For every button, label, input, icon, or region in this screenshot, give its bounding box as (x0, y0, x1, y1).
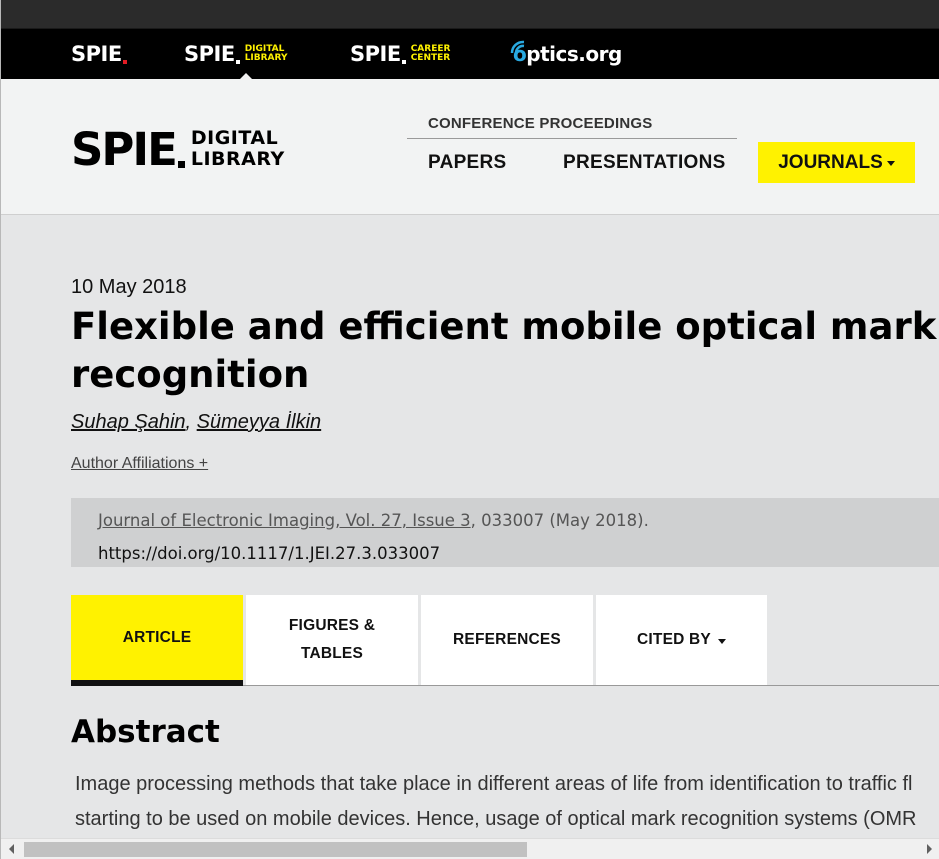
optics-wordmark: optics.org (513, 42, 622, 66)
career-center-sublabel: CAREER CENTER (411, 45, 451, 63)
author-separator: , (185, 411, 197, 433)
logo-dot (177, 161, 185, 168)
tab-cited-by-label: CITED BY (637, 631, 711, 648)
tab-figures-tables[interactable]: FIGURES & TABLES (246, 595, 418, 685)
horizontal-scrollbar[interactable] (1, 838, 939, 859)
logo-sublabel: DIGITAL LIBRARY (191, 128, 285, 170)
logo-sub-line-1: DIGITAL (190, 127, 279, 149)
caret-down-icon (717, 638, 726, 644)
tab-figures-line-1: FIGURES & (288, 617, 376, 634)
citation-details: , 033007 (May 2018). (470, 511, 649, 530)
author-list: Suhap Şahin, Sümeyya İlkin (71, 411, 321, 434)
spie-home-link[interactable]: SPIE (71, 29, 127, 79)
article-title: Flexible and efficient mobile optical ma… (71, 303, 939, 399)
optics-org-link[interactable]: optics.org (510, 29, 622, 79)
digital-library-logo[interactable]: SPIE DIGITAL LIBRARY (71, 123, 285, 176)
author-link[interactable]: Sümeyya İlkin (197, 411, 322, 433)
nav-journals-dropdown[interactable]: JOURNALS (758, 142, 915, 183)
logo-spie: SPIE (71, 123, 178, 176)
citation-box: Journal of Electronic Imaging, Vol. 27, … (71, 498, 939, 567)
scroll-left-button[interactable] (3, 839, 20, 859)
article-content: 10 May 2018 Flexible and efficient mobil… (1, 215, 939, 859)
caret-down-icon (886, 161, 895, 166)
publication-date: 10 May 2018 (71, 276, 187, 298)
journal-issue-link[interactable]: Journal of Electronic Imaging, Vol. 27, … (98, 511, 471, 530)
spie-wordmark: SPIE (184, 42, 235, 66)
title-line-2: recognition (71, 353, 310, 396)
arrow-right-icon (927, 844, 932, 854)
scroll-right-button[interactable] (921, 839, 938, 859)
article-tabs: ARTICLE FIGURES & TABLES REFERENCES CITED… (71, 595, 939, 686)
scrollbar-thumb[interactable] (24, 842, 527, 857)
nav-presentations[interactable]: PRESENTATIONS (563, 152, 726, 174)
author-link[interactable]: Suhap Şahin (71, 411, 186, 433)
citation-line: Journal of Electronic Imaging, Vol. 27, … (98, 504, 939, 537)
nav-journals-label: JOURNALS (778, 151, 883, 173)
spie-dot (235, 60, 240, 64)
spie-dot (401, 60, 406, 64)
spie-wordmark: SPIE (350, 42, 401, 66)
nav-conference-proceedings[interactable]: CONFERENCE PROCEEDINGS (407, 115, 737, 139)
tab-figures-line-2: TABLES (300, 645, 364, 662)
abstract-line-1: Image processing methods that take place… (75, 773, 913, 795)
spie-digital-library-link[interactable]: SPIE DIGITAL LIBRARY (184, 29, 287, 79)
abstract-text: Image processing methods that take place… (75, 767, 939, 837)
abstract-line-2: starting to be used on mobile devices. H… (75, 808, 917, 830)
tab-cited-by[interactable]: CITED BY (596, 595, 767, 685)
browser-top-bar (1, 0, 939, 29)
nav-papers[interactable]: PAPERS (428, 152, 507, 174)
tab-figures-label: FIGURES & TABLES (289, 612, 375, 668)
arrow-left-icon (9, 844, 14, 854)
browser-viewport: SPIE SPIE DIGITAL LIBRARY SPIE CAREER CE… (0, 0, 939, 859)
optics-signal-icon (510, 40, 525, 54)
tab-references-label: REFERENCES (453, 631, 561, 648)
doi-text[interactable]: https://doi.org/10.1117/1.JEI.27.3.03300… (98, 537, 939, 570)
tab-references[interactable]: REFERENCES (421, 595, 593, 685)
title-line-1: Flexible and efficient mobile optical ma… (71, 305, 937, 348)
tab-article-label: ARTICLE (122, 628, 192, 646)
spie-career-center-link[interactable]: SPIE CAREER CENTER (350, 29, 450, 79)
spie-wordmark: SPIE (71, 42, 122, 66)
spie-brand-bar: SPIE SPIE DIGITAL LIBRARY SPIE CAREER CE… (1, 29, 939, 79)
digital-library-sublabel: DIGITAL LIBRARY (245, 45, 288, 63)
site-header: SPIE DIGITAL LIBRARY CONFERENCE PROCEEDI… (1, 79, 939, 215)
spie-dot-red (122, 60, 127, 64)
optics-rest: ptics.org (526, 42, 622, 66)
tab-article[interactable]: ARTICLE (71, 595, 243, 686)
logo-sub-line-2: LIBRARY (190, 148, 285, 170)
sublabel-line-2: LIBRARY (244, 53, 288, 63)
sublabel-line-2: CENTER (410, 53, 451, 63)
abstract-heading: Abstract (71, 714, 220, 750)
author-affiliations-toggle[interactable]: Author Affiliations + (71, 455, 208, 473)
